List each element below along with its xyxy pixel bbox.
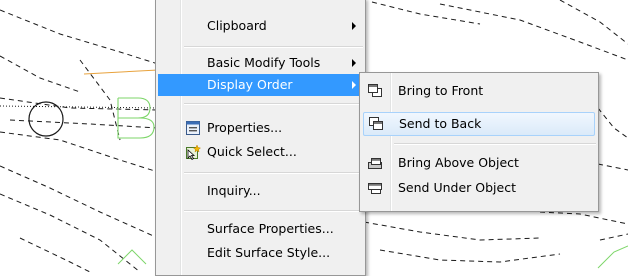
circle-object [28,101,64,137]
green-letter-b [117,97,155,139]
dashed-line [599,233,628,241]
menu-item-label: Properties... [207,120,283,135]
green-line [597,245,628,269]
dashed-line [379,249,561,263]
dashed-line [0,9,159,65]
dashed-line [9,119,159,129]
bring-above-object-icon [368,158,382,169]
submenu-item-bring-to-front[interactable]: Bring to Front [362,79,596,103]
dashed-line [0,165,159,239]
dashed-line [0,97,159,111]
send-under-object-icon [368,183,382,194]
submenu-item-bring-above-object[interactable]: Bring Above Object [362,151,596,175]
bring-to-front-icon [368,84,382,97]
dashed-line [439,3,628,61]
menu-item-clipboard[interactable]: Clipboard [158,15,363,37]
submenu-item-send-under-object[interactable]: Send Under Object [362,176,596,200]
menu-item-inquiry[interactable]: Inquiry... [158,180,363,202]
dashed-line [363,221,541,241]
properties-icon [186,121,200,135]
menu-item-label: Inquiry... [207,183,261,198]
menu-separator [184,172,363,174]
green-line [117,249,147,265]
submenu-item-send-to-back[interactable]: Send to Back [363,112,595,136]
menu-separator [184,210,363,212]
dashed-line [597,163,628,171]
dashed-line [0,55,81,93]
menu-item-edit-surface-style[interactable]: Edit Surface Style... [158,242,363,264]
dashed-line [19,237,91,272]
submenu-arrow-icon [352,81,356,89]
menu-separator [184,46,363,48]
menu-item-basic-modify-tools[interactable]: Basic Modify Tools [158,52,363,74]
dashed-line [597,107,628,139]
submenu-arrow-icon [352,22,356,30]
dashed-line [559,0,628,45]
orange-line [83,69,159,75]
menu-item-label: Quick Select... [207,144,297,159]
send-to-back-icon [369,117,383,130]
submenu-item-label: Send to Back [399,116,482,131]
menu-item-label: Clipboard [207,18,267,33]
menu-item-quick-select[interactable]: Quick Select... [158,141,363,163]
menu-item-properties[interactable]: Properties... [158,117,363,139]
submenu-item-label: Bring to Front [398,83,484,98]
menu-separator [394,143,596,145]
menu-item-label: Basic Modify Tools [207,55,321,70]
menu-item-label: Edit Surface Style... [207,245,331,260]
submenu-item-label: Send Under Object [398,180,516,195]
menu-item-label: Surface Properties... [207,221,334,236]
menu-item-display-order[interactable]: Display Order [158,74,363,96]
quick-select-icon [186,144,201,160]
dashed-line [539,211,628,225]
dashed-line [0,193,141,272]
dashed-line [371,1,481,25]
display-order-submenu: Bring to Front Send to Back Bring Above … [359,72,599,212]
submenu-item-label: Bring Above Object [398,155,519,170]
menu-item-surface-properties[interactable]: Surface Properties... [158,218,363,240]
menu-item-label: Display Order [207,77,293,92]
menu-separator [184,103,363,105]
submenu-arrow-icon [352,59,356,67]
dotted-line [0,105,159,109]
context-menu: Clipboard Basic Modify Tools Display Ord… [155,0,366,276]
